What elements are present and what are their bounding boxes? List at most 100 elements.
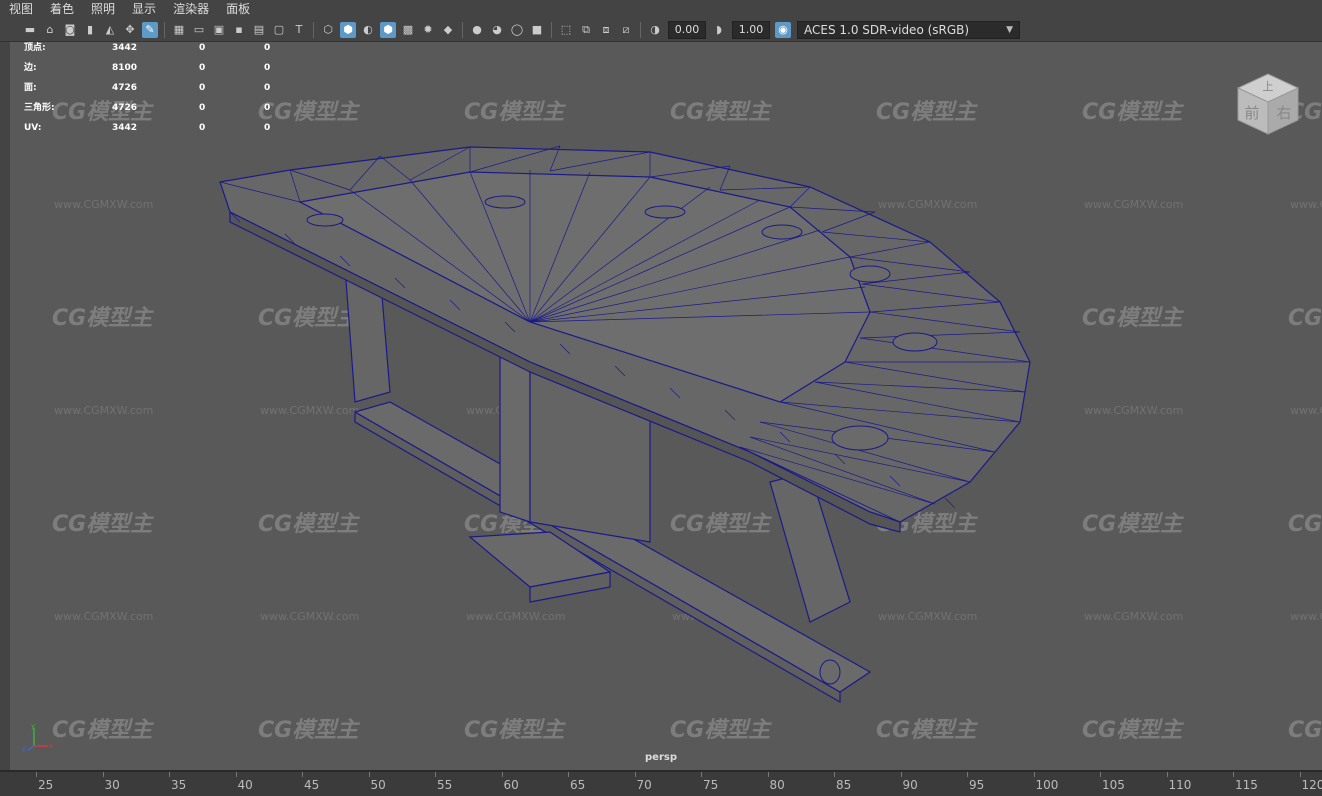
hud-value: 0 <box>199 118 205 138</box>
timeline-tick-label: 115 <box>1235 778 1258 792</box>
menu-item[interactable]: 视图 <box>0 0 41 18</box>
hud-value: 0 <box>264 78 270 98</box>
menu-bar: 视图着色照明显示渲染器面板 <box>0 0 1322 18</box>
multisample-aa-icon[interactable]: ◯ <box>509 22 525 38</box>
use-all-lights-icon[interactable]: ✹ <box>420 22 436 38</box>
timeline-tick <box>103 772 104 777</box>
timeline-tick-label: 90 <box>903 778 918 792</box>
pan-zoom-icon[interactable]: ✥ <box>122 22 138 38</box>
isolate-select-icon[interactable]: ⬚ <box>558 22 574 38</box>
svg-text:x: x <box>49 742 53 750</box>
bookmark-icon[interactable]: ▮ <box>82 22 98 38</box>
film-gate-icon[interactable]: ▭ <box>191 22 207 38</box>
select-camera-icon[interactable]: ▬ <box>22 22 38 38</box>
menu-item[interactable]: 渲染器 <box>164 0 217 18</box>
gate-mask-icon[interactable]: ▪ <box>231 22 247 38</box>
timeline-tick-label: 55 <box>437 778 452 792</box>
menu-item[interactable]: 面板 <box>217 0 258 18</box>
textured-icon[interactable]: ▩ <box>400 22 416 38</box>
wire-edge <box>945 498 955 508</box>
wireframe-model <box>10 42 1322 770</box>
gamma-field[interactable]: 1.00 <box>732 21 770 39</box>
screen-space-ao-icon[interactable]: ● <box>469 22 485 38</box>
menu-item[interactable]: 显示 <box>123 0 164 18</box>
timeline-tick <box>1167 772 1168 777</box>
viewcube-top-label[interactable]: 上 <box>1263 80 1274 93</box>
viewcube-right-label[interactable]: 右 <box>1276 104 1291 122</box>
depth-of-field-icon[interactable]: ■ <box>529 22 545 38</box>
axis-gizmo: y x z <box>20 722 60 752</box>
hud-value: 3442 <box>112 118 137 138</box>
field-chart-icon[interactable]: ▤ <box>251 22 267 38</box>
cup-holder <box>762 225 802 239</box>
image-plane-icon[interactable]: ◭ <box>102 22 118 38</box>
timeline-tick <box>1034 772 1035 777</box>
safe-title-icon[interactable]: T <box>291 22 307 38</box>
wireframe-icon[interactable]: ⬡ <box>320 22 336 38</box>
timeline-tick-label: 85 <box>836 778 851 792</box>
cup-holder <box>485 196 525 208</box>
timeline-tick-label: 80 <box>770 778 785 792</box>
svg-text:z: z <box>22 745 26 752</box>
hud-value: 0 <box>264 58 270 78</box>
timeline-tick <box>169 772 170 777</box>
timeline-tick <box>435 772 436 777</box>
timeline-tick <box>834 772 835 777</box>
grease-pencil-icon[interactable]: ✎ <box>142 22 158 38</box>
timeline-tick-label: 40 <box>238 778 253 792</box>
hud-row: 边:810000 <box>24 58 284 78</box>
timeline-tick <box>302 772 303 777</box>
safe-action-icon[interactable]: ▢ <box>271 22 287 38</box>
gamma-icon[interactable]: ◗ <box>711 22 727 38</box>
timeline-tick-label: 30 <box>105 778 120 792</box>
hud-value: 0 <box>199 78 205 98</box>
xray-icon[interactable]: ⧉ <box>578 22 594 38</box>
resolution-gate-icon[interactable]: ▣ <box>211 22 227 38</box>
view-cube[interactable]: 上 前 右 <box>1232 70 1302 140</box>
svg-text:y: y <box>31 722 35 730</box>
menu-item[interactable]: 照明 <box>82 0 123 18</box>
timeline-tick <box>369 772 370 777</box>
smooth-shade-icon[interactable]: ⬢ <box>340 22 356 38</box>
color-space-dropdown[interactable]: ACES 1.0 SDR-video (sRGB) ▼ <box>797 21 1020 39</box>
timeline-tick <box>1100 772 1101 777</box>
xray-components-icon[interactable]: ⧄ <box>618 22 634 38</box>
perspective-viewport[interactable]: CG模型主www.CGMXW.comCG模型主www.CGMXW.comCG模型… <box>10 42 1322 770</box>
timeline-tick <box>768 772 769 777</box>
chevron-down-icon: ▼ <box>1006 22 1013 38</box>
timeline-tick-label: 35 <box>171 778 186 792</box>
timeline-tick <box>701 772 702 777</box>
color-management-icon[interactable]: ◉ <box>775 22 791 38</box>
color-space-label: ACES 1.0 SDR-video (sRGB) <box>804 23 969 37</box>
timeline-tick <box>36 772 37 777</box>
hud-value: 0 <box>264 42 270 58</box>
exposure-icon[interactable]: ◑ <box>647 22 663 38</box>
hud-value: 8100 <box>112 58 137 78</box>
hud-label: 顶点: <box>24 42 46 58</box>
default-material-icon[interactable]: ◐ <box>360 22 376 38</box>
timeline-tick <box>901 772 902 777</box>
lock-camera-icon[interactable]: ⌂ <box>42 22 58 38</box>
camera-attributes-icon[interactable]: ◙ <box>62 22 78 38</box>
wireframe-on-shaded-icon[interactable]: ⬢ <box>380 22 396 38</box>
hud-label: 三角形: <box>24 98 55 118</box>
timeline-tick <box>236 772 237 777</box>
viewcube-front-label[interactable]: 前 <box>1244 104 1259 122</box>
timeline-tick-label: 70 <box>637 778 652 792</box>
grid-icon[interactable]: ▦ <box>171 22 187 38</box>
hud-row: UV:344200 <box>24 118 284 138</box>
shadows-icon[interactable]: ◆ <box>440 22 456 38</box>
time-slider[interactable]: 2530354045505560657075808590951001051101… <box>0 770 1322 796</box>
hud-value: 0 <box>264 118 270 138</box>
menu-item[interactable]: 着色 <box>41 0 82 18</box>
xray-joints-icon[interactable]: ⧈ <box>598 22 614 38</box>
timeline-tick-label: 95 <box>969 778 984 792</box>
exposure-field[interactable]: 0.00 <box>668 21 706 39</box>
cup-holder <box>307 214 343 226</box>
cup-holder <box>850 266 890 282</box>
hud-value: 4726 <box>112 98 137 118</box>
motion-blur-icon[interactable]: ◕ <box>489 22 505 38</box>
knob <box>820 660 840 684</box>
cup-holder <box>645 206 685 218</box>
timeline-tick-label: 25 <box>38 778 53 792</box>
